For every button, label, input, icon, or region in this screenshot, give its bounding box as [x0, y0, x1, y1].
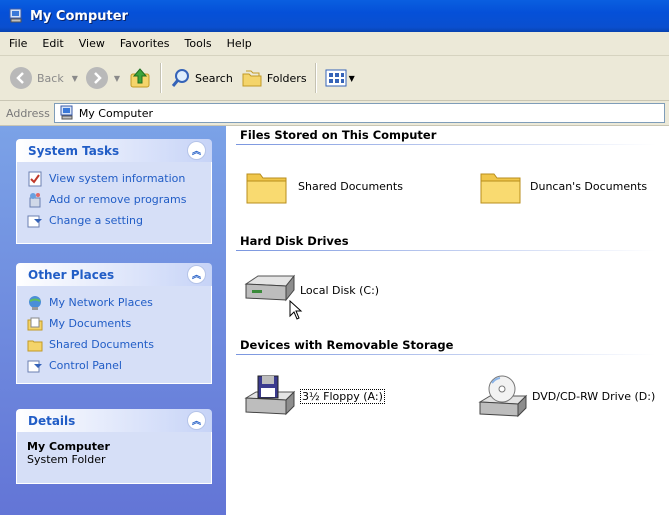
address-field[interactable]: My Computer — [53, 103, 665, 123]
dvd-cd-rw-d-item[interactable]: DVD/CD-RW Drive (D:) — [478, 374, 655, 418]
system-info-icon — [28, 171, 42, 186]
other-places-title: Other Places — [28, 267, 115, 282]
item-label: DVD/CD-RW Drive (D:) — [532, 389, 656, 403]
task-label: Add or remove programs — [49, 193, 187, 206]
views-dropdown-icon[interactable]: ▼ — [349, 74, 355, 83]
forward-dropdown-icon[interactable]: ▼ — [114, 74, 120, 83]
place-label: Control Panel — [49, 359, 122, 372]
window-title: My Computer — [30, 8, 128, 24]
task-add-remove-programs[interactable]: Add or remove programs — [27, 189, 211, 210]
system-tasks-panel: System Tasks ︽ View system information A… — [16, 139, 212, 244]
views-button[interactable]: ▼ — [321, 60, 359, 96]
back-button[interactable]: Back ▼ — [6, 60, 82, 96]
task-pane: System Tasks ︽ View system information A… — [0, 126, 226, 515]
forward-arrow-icon — [85, 67, 108, 89]
toolbar: Back ▼ ▼ Search Folders ▼ — [0, 56, 669, 101]
group-divider — [236, 354, 656, 355]
control-panel-icon — [27, 215, 42, 227]
folders-button[interactable]: Folders — [237, 60, 311, 96]
details-name: My Computer — [27, 440, 110, 453]
place-shared-documents[interactable]: Shared Documents — [27, 334, 211, 355]
back-dropdown-icon[interactable]: ▼ — [72, 74, 78, 83]
my-documents-icon — [27, 317, 43, 330]
shared-documents-item[interactable]: Shared Documents — [244, 166, 403, 206]
floppy-a-item[interactable]: 3½ Floppy (A:) — [242, 374, 385, 418]
search-label: Search — [195, 71, 233, 85]
task-view-system-information[interactable]: View system information — [27, 168, 211, 189]
details-panel: Details ︽ My Computer System Folder — [16, 409, 212, 484]
task-label: Change a setting — [49, 214, 143, 227]
item-label: 3½ Floppy (A:) — [300, 388, 385, 404]
folders-icon — [242, 70, 262, 87]
folder-icon — [246, 173, 287, 204]
task-change-setting[interactable]: Change a setting — [27, 210, 211, 231]
task-label: View system information — [49, 172, 186, 185]
toolbar-separator — [160, 63, 163, 93]
folder-icon — [480, 173, 521, 204]
dvd-drive-icon — [478, 375, 528, 418]
add-remove-programs-icon — [29, 192, 41, 207]
system-tasks-title: System Tasks — [28, 143, 120, 158]
back-arrow-icon — [10, 67, 32, 89]
place-label: Shared Documents — [49, 338, 154, 351]
other-places-header[interactable]: Other Places ︽ — [16, 263, 212, 286]
duncans-documents-item[interactable]: Duncan's Documents — [478, 166, 647, 206]
menu-edit[interactable]: Edit — [33, 37, 69, 50]
group-header-removable: Devices with Removable Storage — [240, 338, 454, 352]
address-bar: Address My Computer — [0, 101, 669, 126]
menu-file[interactable]: File — [0, 37, 33, 50]
network-places-icon — [29, 295, 41, 310]
details-title: Details — [28, 413, 76, 428]
search-button[interactable]: Search — [166, 60, 237, 96]
details-header[interactable]: Details ︽ — [16, 409, 212, 432]
collapse-chevron-icon[interactable]: ︽ — [187, 265, 206, 284]
other-places-panel: Other Places ︽ My Network Places My Docu… — [16, 263, 212, 384]
up-folder-icon — [130, 68, 150, 88]
group-header-files: Files Stored on This Computer — [240, 128, 437, 142]
menu-tools[interactable]: Tools — [176, 37, 218, 50]
group-header-hard-disks: Hard Disk Drives — [240, 234, 349, 248]
address-label: Address — [6, 106, 50, 120]
collapse-chevron-icon[interactable]: ︽ — [187, 411, 206, 430]
up-button[interactable] — [124, 60, 156, 96]
back-label: Back — [37, 71, 64, 85]
item-label: Duncan's Documents — [530, 179, 648, 193]
my-computer-icon — [9, 8, 22, 23]
item-label: Shared Documents — [298, 179, 403, 193]
menu-view[interactable]: View — [70, 37, 111, 50]
forward-button[interactable]: ▼ — [82, 60, 124, 96]
folder-icon — [27, 340, 43, 351]
place-my-documents[interactable]: My Documents — [27, 313, 211, 334]
toolbar-separator — [314, 63, 317, 93]
content-pane: Files Stored on This Computer Shared Doc… — [226, 126, 669, 515]
views-icon — [325, 69, 347, 87]
my-computer-icon — [60, 105, 73, 120]
group-divider — [236, 144, 656, 145]
place-my-network-places[interactable]: My Network Places — [27, 292, 211, 313]
local-disk-c-item[interactable]: Local Disk (C:) — [242, 272, 379, 308]
search-icon — [171, 69, 190, 87]
place-label: My Network Places — [49, 296, 153, 309]
title-bar[interactable]: My Computer — [0, 0, 669, 32]
address-value: My Computer — [78, 106, 153, 120]
system-tasks-header[interactable]: System Tasks ︽ — [16, 139, 212, 162]
place-label: My Documents — [49, 317, 132, 330]
menu-help[interactable]: Help — [218, 37, 258, 50]
item-label: Local Disk (C:) — [300, 283, 380, 297]
menu-bar: File Edit View Favorites Tools Help — [0, 32, 669, 56]
group-divider — [236, 250, 656, 251]
collapse-chevron-icon[interactable]: ︽ — [187, 141, 206, 160]
folders-label: Folders — [266, 71, 307, 85]
control-panel-icon — [27, 360, 42, 372]
floppy-drive-icon — [244, 375, 296, 416]
details-type: System Folder — [27, 453, 106, 466]
menu-favorites[interactable]: Favorites — [111, 37, 176, 50]
mouse-cursor-icon — [289, 300, 303, 320]
place-control-panel[interactable]: Control Panel — [27, 355, 211, 376]
